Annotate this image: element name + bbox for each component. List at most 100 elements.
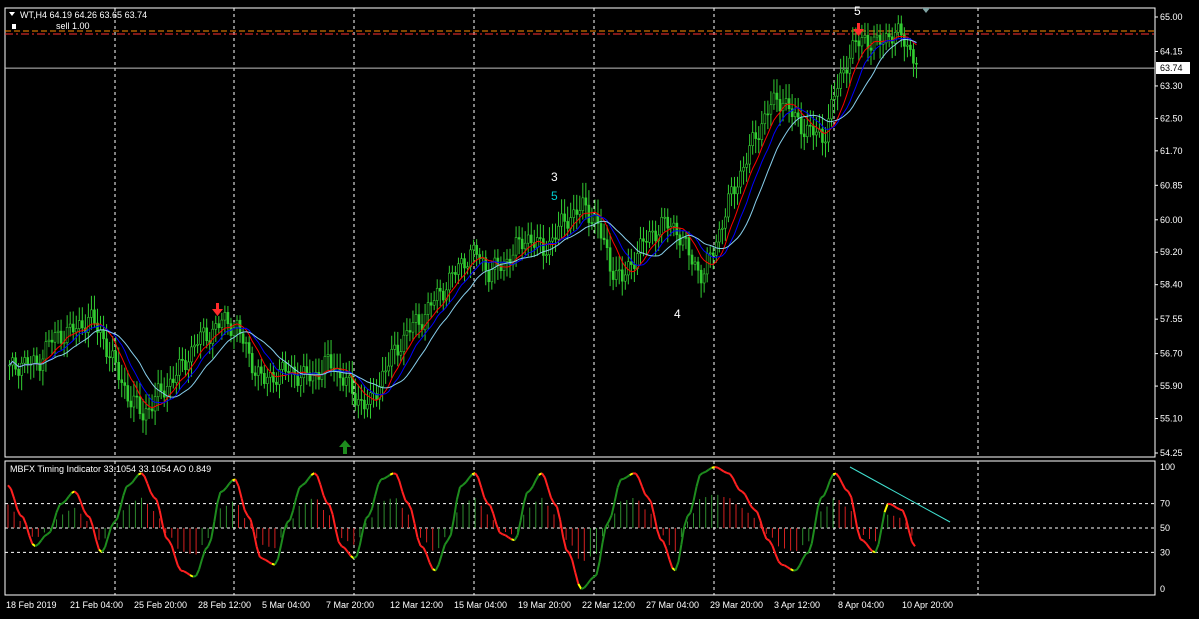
candle-body xyxy=(184,360,187,371)
wave-label-5-top: 5 xyxy=(854,4,861,18)
candle-body xyxy=(672,222,676,227)
candle-body xyxy=(56,330,60,333)
candle-body xyxy=(448,272,451,291)
candle-body xyxy=(654,230,657,242)
candle-body xyxy=(742,166,745,172)
symbol-header: WT,H4 64.19 64.26 63.65 63.74 xyxy=(20,10,147,20)
candle-body xyxy=(730,186,733,195)
candle-body xyxy=(90,309,93,318)
price-axis-label: 57.55 xyxy=(1160,314,1183,324)
price-axis-label: 61.70 xyxy=(1160,146,1183,156)
candle-body xyxy=(26,357,30,366)
candle-body xyxy=(833,95,836,100)
candle-body xyxy=(199,331,202,345)
mbfx-segment xyxy=(629,472,634,476)
candle-body xyxy=(869,47,873,51)
candle-body xyxy=(617,269,621,272)
price-axis-label: 58.40 xyxy=(1160,280,1183,290)
candle-body xyxy=(441,290,445,301)
candle-body xyxy=(724,216,727,229)
indicator-axis-label: 70 xyxy=(1160,499,1170,509)
candle-body xyxy=(608,247,612,272)
candle-body xyxy=(429,302,433,306)
candle-body xyxy=(554,237,557,240)
candle-body xyxy=(220,319,224,328)
mbfx-segment xyxy=(262,557,267,561)
mbfx-segment xyxy=(620,477,625,481)
mbfx-segment xyxy=(726,471,731,475)
time-axis-label: 25 Feb 20:00 xyxy=(134,600,187,610)
candle-body xyxy=(250,353,254,374)
candle-body xyxy=(912,49,915,64)
candle-body xyxy=(642,238,645,242)
trading-chart[interactable]: 65.00 64.15 63.30 62.50 61.70 60.85 60.00 59.20… xyxy=(0,0,1199,619)
candle-body xyxy=(405,330,409,336)
mbfx-segment xyxy=(723,470,728,474)
candle-body xyxy=(915,62,918,65)
candle-body xyxy=(202,327,205,333)
candle-body xyxy=(875,34,879,38)
candle-body xyxy=(505,258,509,263)
candle-body xyxy=(214,323,218,330)
candle-body xyxy=(211,328,215,344)
candle-body xyxy=(584,197,588,206)
candle-body xyxy=(253,372,257,376)
candle-body xyxy=(190,346,193,363)
candle-body xyxy=(575,209,579,215)
candle-body xyxy=(129,400,133,408)
candle-body xyxy=(35,355,39,364)
candle-body xyxy=(135,395,139,398)
candle-body xyxy=(256,366,260,376)
mbfx-segment xyxy=(790,568,795,572)
candle-body xyxy=(463,258,466,269)
candle-body xyxy=(147,408,151,410)
candle-body xyxy=(65,326,69,343)
time-axis-label: 18 Feb 2019 xyxy=(6,600,57,610)
time-axis-label: 27 Mar 04:00 xyxy=(646,600,699,610)
candle-body xyxy=(77,320,81,329)
candle-body xyxy=(71,323,75,333)
candle-body xyxy=(487,270,491,283)
candle-body xyxy=(526,234,530,244)
candle-body xyxy=(909,44,912,50)
candle-body xyxy=(602,237,606,241)
candle-body xyxy=(660,216,663,236)
mbfx-segment xyxy=(180,569,185,573)
candle-body xyxy=(733,186,736,195)
candle-body xyxy=(475,244,478,255)
candle-body xyxy=(523,242,527,250)
candle-body xyxy=(714,241,718,256)
candle-body xyxy=(666,216,670,229)
candle-body xyxy=(639,238,642,254)
candle-body xyxy=(736,186,739,195)
candle-body xyxy=(745,163,748,168)
candle-body xyxy=(435,287,439,301)
candle-body xyxy=(53,332,57,343)
candle-body xyxy=(754,132,758,139)
price-axis: 65.00 64.15 63.30 62.50 61.70 60.85 60.00 59.20… xyxy=(1155,12,1183,594)
candle-body xyxy=(514,237,518,256)
candle-body xyxy=(93,309,96,324)
time-axis-label: 19 Mar 20:00 xyxy=(518,600,571,610)
candle-body xyxy=(842,69,845,74)
candle-body xyxy=(545,254,548,256)
candle-body xyxy=(187,361,190,371)
time-axis-label: 15 Mar 04:00 xyxy=(454,600,507,610)
candle-body xyxy=(611,270,615,280)
candle-body xyxy=(102,330,105,340)
candle-body xyxy=(520,238,524,250)
trade-level-icon xyxy=(12,24,16,29)
candle-body xyxy=(857,40,861,47)
price-axis-label: 56.70 xyxy=(1160,349,1183,359)
candle-body xyxy=(454,272,457,275)
wave-label-4: 4 xyxy=(674,307,681,321)
mbfx-segment xyxy=(580,586,585,590)
candle-body xyxy=(809,124,812,127)
candle-body xyxy=(259,366,263,374)
mbfx-segment xyxy=(899,508,904,512)
price-axis-label: 64.15 xyxy=(1160,46,1183,56)
candle-body xyxy=(866,34,870,49)
time-axis-label: 22 Mar 12:00 xyxy=(582,600,635,610)
candle-body xyxy=(793,112,797,118)
price-axis-label: 60.85 xyxy=(1160,180,1183,190)
